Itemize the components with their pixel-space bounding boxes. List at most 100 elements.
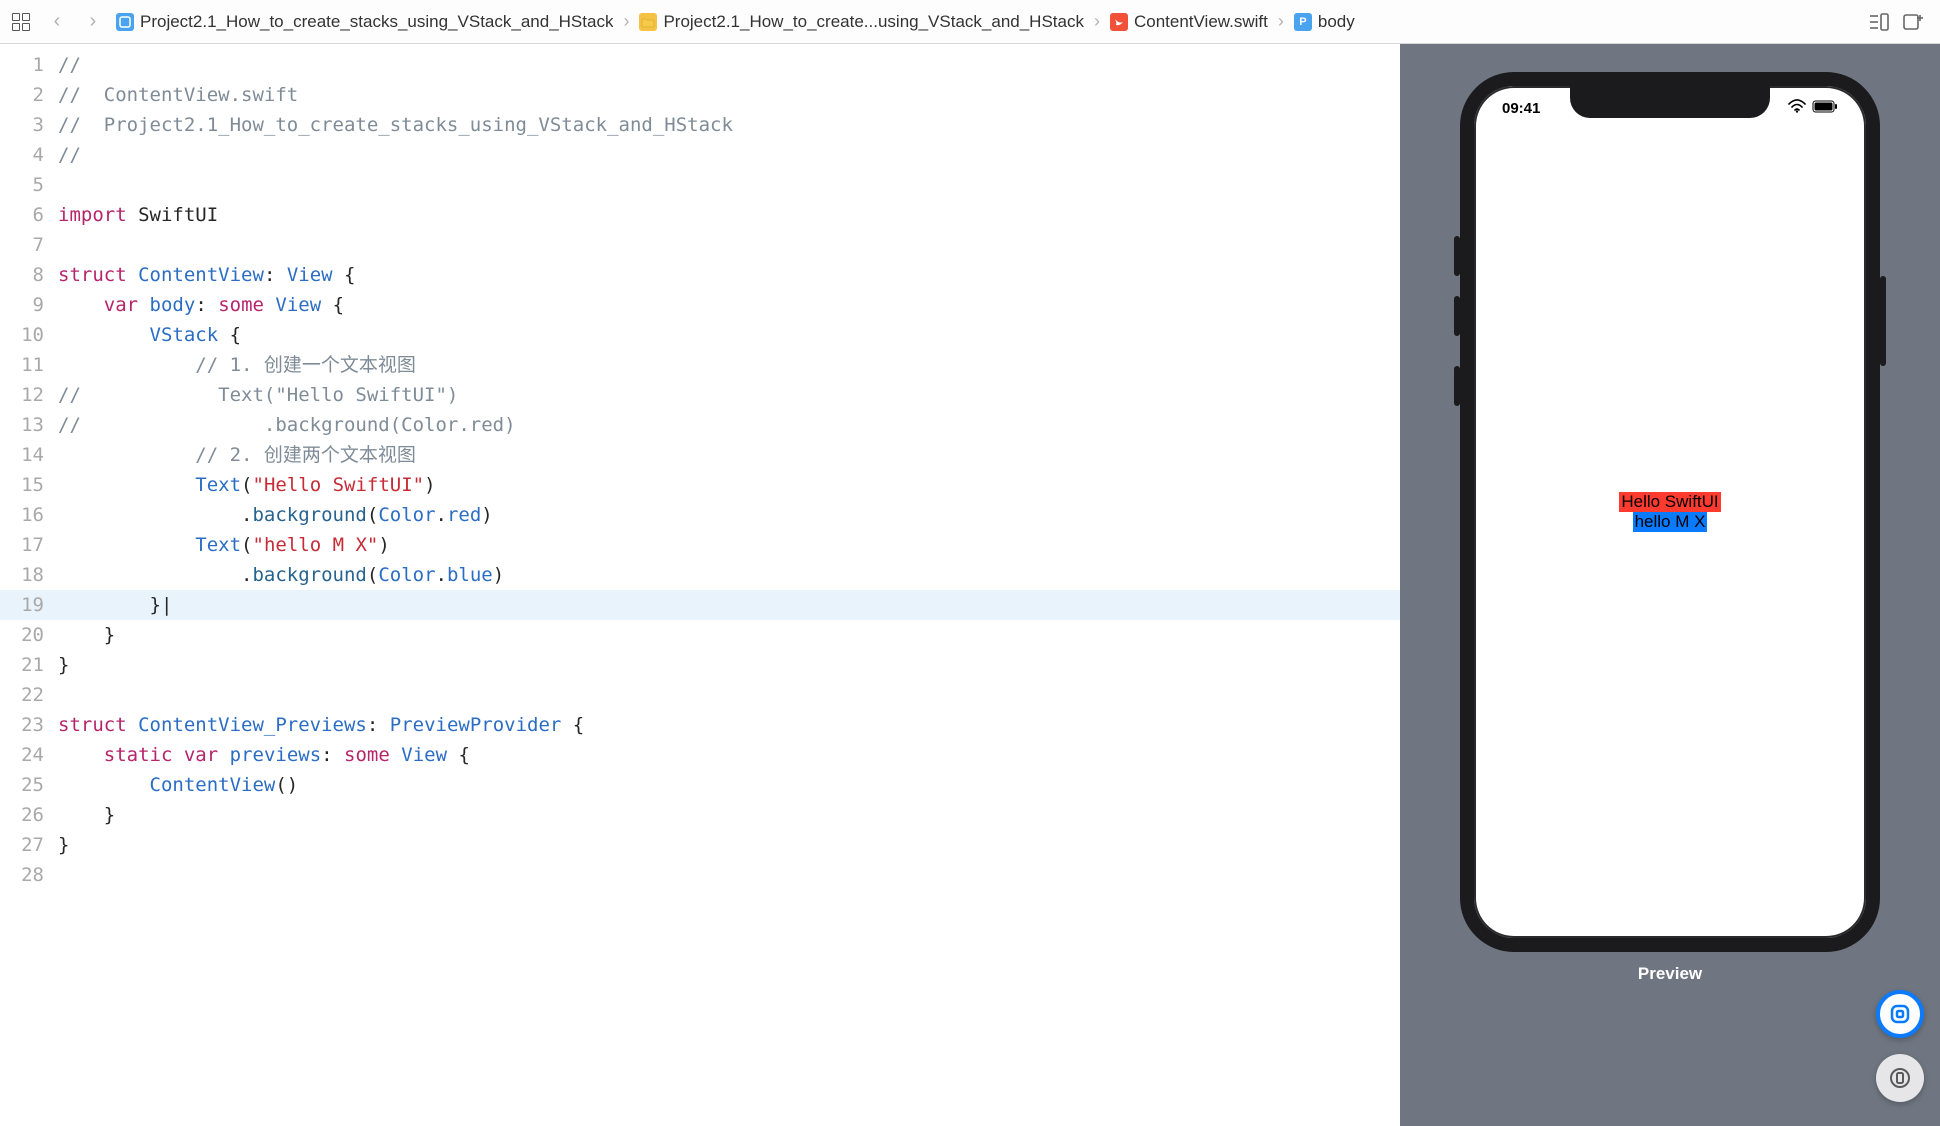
code-line[interactable]: 21} bbox=[0, 650, 1400, 680]
code-text[interactable]: }| bbox=[58, 590, 1400, 620]
code-line[interactable]: 10 VStack { bbox=[0, 320, 1400, 350]
line-number: 27 bbox=[0, 830, 58, 860]
code-line[interactable]: 1// bbox=[0, 50, 1400, 80]
breadcrumb-project[interactable]: Project2.1_How_to_create_stacks_using_VS… bbox=[116, 12, 613, 32]
line-number: 25 bbox=[0, 770, 58, 800]
back-button[interactable]: ‹ bbox=[44, 9, 70, 35]
code-line[interactable]: 2// ContentView.swift bbox=[0, 80, 1400, 110]
code-line[interactable]: 5 bbox=[0, 170, 1400, 200]
property-icon: P bbox=[1294, 13, 1312, 31]
code-line[interactable]: 8struct ContentView: View { bbox=[0, 260, 1400, 290]
swift-file-icon bbox=[1110, 13, 1128, 31]
code-text[interactable]: // bbox=[58, 50, 1400, 80]
canvas-preview: 09:41 Hello SwiftUI hello M X Pre bbox=[1400, 44, 1940, 1126]
code-line[interactable]: 4// bbox=[0, 140, 1400, 170]
preview-text-2: hello M X bbox=[1633, 512, 1708, 532]
live-preview-button[interactable] bbox=[1876, 990, 1924, 1038]
line-number: 23 bbox=[0, 710, 58, 740]
code-text[interactable]: } bbox=[58, 620, 1400, 650]
code-line[interactable]: 7 bbox=[0, 230, 1400, 260]
code-line[interactable]: 6import SwiftUI bbox=[0, 200, 1400, 230]
line-number: 12 bbox=[0, 380, 58, 410]
code-text[interactable]: } bbox=[58, 830, 1400, 860]
code-text[interactable]: // Project2.1_How_to_create_stacks_using… bbox=[58, 110, 1400, 140]
line-number: 11 bbox=[0, 350, 58, 380]
code-text[interactable]: // Text("Hello SwiftUI") bbox=[58, 380, 1400, 410]
breadcrumb-folder[interactable]: Project2.1_How_to_create...using_VStack_… bbox=[639, 12, 1084, 32]
code-text[interactable] bbox=[58, 860, 1400, 890]
code-line[interactable]: 28 bbox=[0, 860, 1400, 890]
code-text[interactable]: .background(Color.blue) bbox=[58, 560, 1400, 590]
code-text[interactable]: // 2. 创建两个文本视图 bbox=[58, 440, 1400, 470]
code-text[interactable]: } bbox=[58, 800, 1400, 830]
editor-options bbox=[1866, 9, 1932, 35]
code-text[interactable]: .background(Color.red) bbox=[58, 500, 1400, 530]
code-line[interactable]: 3// Project2.1_How_to_create_stacks_usin… bbox=[0, 110, 1400, 140]
code-text[interactable]: ContentView() bbox=[58, 770, 1400, 800]
line-number: 16 bbox=[0, 500, 58, 530]
line-number: 20 bbox=[0, 620, 58, 650]
code-line[interactable]: 9 var body: some View { bbox=[0, 290, 1400, 320]
code-line[interactable]: 16 .background(Color.red) bbox=[0, 500, 1400, 530]
line-number: 5 bbox=[0, 170, 58, 200]
line-number: 19 bbox=[0, 590, 58, 620]
code-text[interactable]: // 1. 创建一个文本视图 bbox=[58, 350, 1400, 380]
breadcrumb-symbol[interactable]: P body bbox=[1294, 12, 1355, 32]
code-text[interactable]: var body: some View { bbox=[58, 290, 1400, 320]
code-line[interactable]: 13// .background(Color.red) bbox=[0, 410, 1400, 440]
preview-content: Hello SwiftUI hello M X bbox=[1474, 86, 1866, 938]
code-line[interactable]: 12// Text("Hello SwiftUI") bbox=[0, 380, 1400, 410]
breadcrumb-file[interactable]: ContentView.swift bbox=[1110, 12, 1268, 32]
preview-text-1: Hello SwiftUI bbox=[1619, 492, 1720, 512]
breadcrumb[interactable]: Project2.1_How_to_create_stacks_using_VS… bbox=[116, 11, 1856, 32]
add-editor-icon[interactable] bbox=[1900, 9, 1926, 35]
code-editor[interactable]: 1//2// ContentView.swift3// Project2.1_H… bbox=[0, 44, 1400, 1126]
adjust-editor-options-icon[interactable] bbox=[1866, 9, 1892, 35]
code-text[interactable] bbox=[58, 680, 1400, 710]
line-number: 8 bbox=[0, 260, 58, 290]
code-text[interactable] bbox=[58, 170, 1400, 200]
code-line[interactable]: 14 // 2. 创建两个文本视图 bbox=[0, 440, 1400, 470]
preview-device[interactable]: 09:41 Hello SwiftUI hello M X bbox=[1460, 72, 1880, 952]
related-items-icon[interactable] bbox=[8, 9, 34, 35]
code-text[interactable]: // .background(Color.red) bbox=[58, 410, 1400, 440]
code-line[interactable]: 23struct ContentView_Previews: PreviewPr… bbox=[0, 710, 1400, 740]
iphone-frame: 09:41 Hello SwiftUI hello M X bbox=[1460, 72, 1880, 952]
code-line[interactable]: 25 ContentView() bbox=[0, 770, 1400, 800]
folder-icon bbox=[639, 13, 657, 31]
code-line[interactable]: 15 Text("Hello SwiftUI") bbox=[0, 470, 1400, 500]
code-line[interactable]: 19 }| bbox=[0, 590, 1400, 620]
code-line[interactable]: 22 bbox=[0, 680, 1400, 710]
line-number: 10 bbox=[0, 320, 58, 350]
code-text[interactable]: static var previews: some View { bbox=[58, 740, 1400, 770]
code-text[interactable]: import SwiftUI bbox=[58, 200, 1400, 230]
line-number: 1 bbox=[0, 50, 58, 80]
code-text[interactable]: // bbox=[58, 140, 1400, 170]
chevron-right-icon: › bbox=[619, 11, 633, 32]
code-line[interactable]: 27} bbox=[0, 830, 1400, 860]
line-number: 17 bbox=[0, 530, 58, 560]
code-line[interactable]: 26 } bbox=[0, 800, 1400, 830]
code-text[interactable]: // ContentView.swift bbox=[58, 80, 1400, 110]
code-text[interactable]: struct ContentView_Previews: PreviewProv… bbox=[58, 710, 1400, 740]
line-number: 6 bbox=[0, 200, 58, 230]
line-number: 9 bbox=[0, 290, 58, 320]
chevron-right-icon: › bbox=[1274, 11, 1288, 32]
jump-bar: ‹ › Project2.1_How_to_create_stacks_usin… bbox=[0, 0, 1940, 44]
code-text[interactable]: } bbox=[58, 650, 1400, 680]
line-number: 15 bbox=[0, 470, 58, 500]
code-line[interactable]: 11 // 1. 创建一个文本视图 bbox=[0, 350, 1400, 380]
line-number: 14 bbox=[0, 440, 58, 470]
main-split: 1//2// ContentView.swift3// Project2.1_H… bbox=[0, 44, 1940, 1126]
preview-on-device-button[interactable] bbox=[1876, 1054, 1924, 1102]
code-text[interactable]: VStack { bbox=[58, 320, 1400, 350]
code-text[interactable]: Text("Hello SwiftUI") bbox=[58, 470, 1400, 500]
code-text[interactable] bbox=[58, 230, 1400, 260]
code-line[interactable]: 20 } bbox=[0, 620, 1400, 650]
forward-button[interactable]: › bbox=[80, 9, 106, 35]
code-line[interactable]: 24 static var previews: some View { bbox=[0, 740, 1400, 770]
code-line[interactable]: 18 .background(Color.blue) bbox=[0, 560, 1400, 590]
code-line[interactable]: 17 Text("hello M X") bbox=[0, 530, 1400, 560]
code-text[interactable]: Text("hello M X") bbox=[58, 530, 1400, 560]
code-text[interactable]: struct ContentView: View { bbox=[58, 260, 1400, 290]
